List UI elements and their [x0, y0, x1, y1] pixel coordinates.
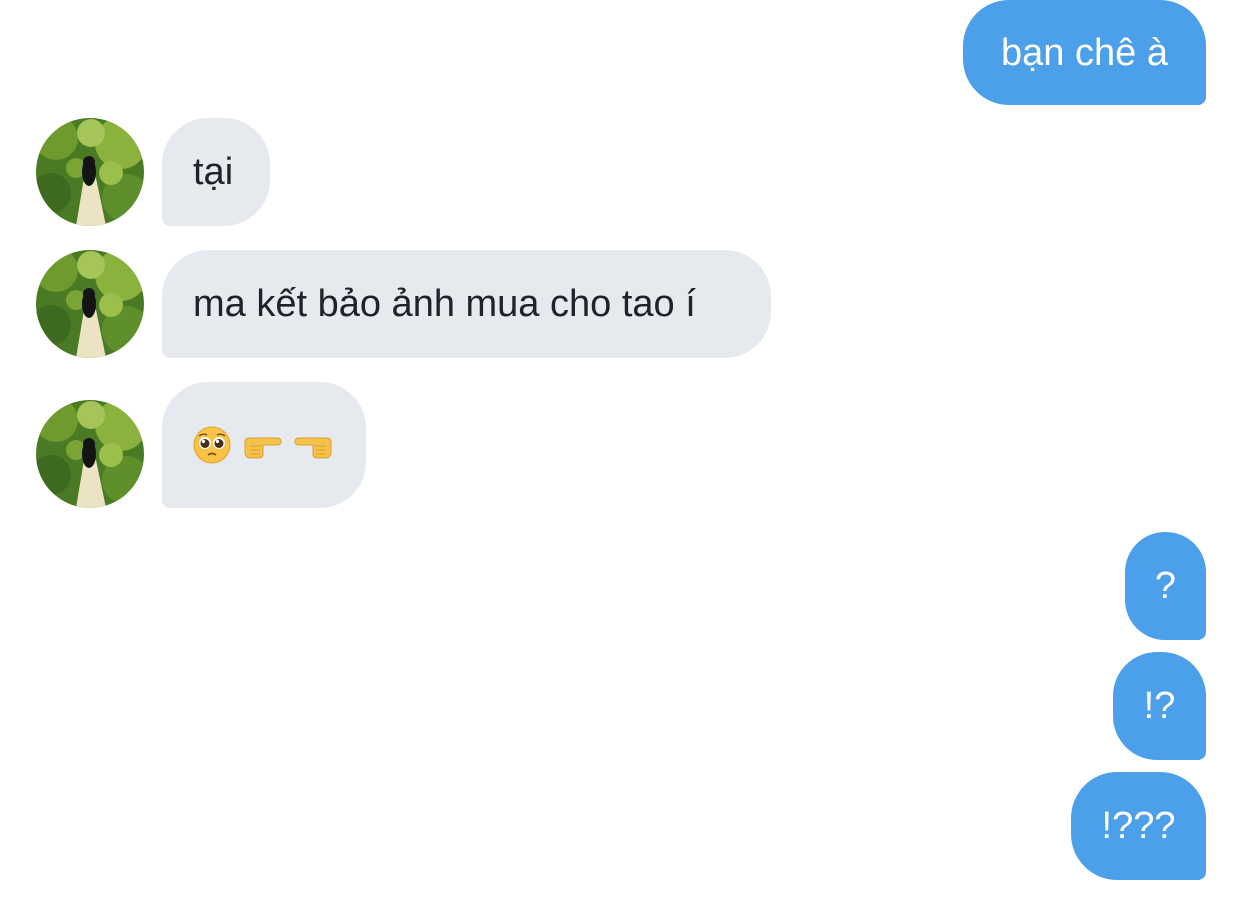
outgoing-message-bubble[interactable]: ?	[1125, 532, 1206, 640]
contact-avatar[interactable]	[36, 118, 144, 226]
incoming-message-bubble[interactable]: tại	[162, 118, 270, 226]
pleading-face-icon	[193, 426, 231, 464]
incoming-message-bubble[interactable]: ma kết bảo ảnh mua cho tao í	[162, 250, 771, 358]
pointing-left-icon	[294, 437, 332, 459]
avatar-photo-icon	[36, 400, 144, 508]
message-text: tại	[193, 151, 234, 193]
contact-avatar[interactable]	[36, 400, 144, 508]
avatar-photo-icon	[36, 118, 144, 226]
message-text: ma kết bảo ảnh mua cho tao í	[193, 283, 696, 325]
message-text: !?	[1143, 685, 1176, 727]
pointing-right-icon	[244, 437, 282, 459]
message-text: !???	[1101, 805, 1176, 847]
outgoing-message-bubble[interactable]: !???	[1071, 772, 1206, 880]
incoming-message-bubble[interactable]	[162, 382, 366, 508]
contact-avatar[interactable]	[36, 250, 144, 358]
message-text: bạn chê à	[1001, 31, 1168, 74]
outgoing-message-bubble[interactable]: !?	[1113, 652, 1206, 760]
emoji-message	[193, 426, 335, 464]
avatar-photo-icon	[36, 250, 144, 358]
message-text: ?	[1154, 565, 1177, 607]
outgoing-message-bubble[interactable]: bạn chê à	[963, 0, 1206, 105]
